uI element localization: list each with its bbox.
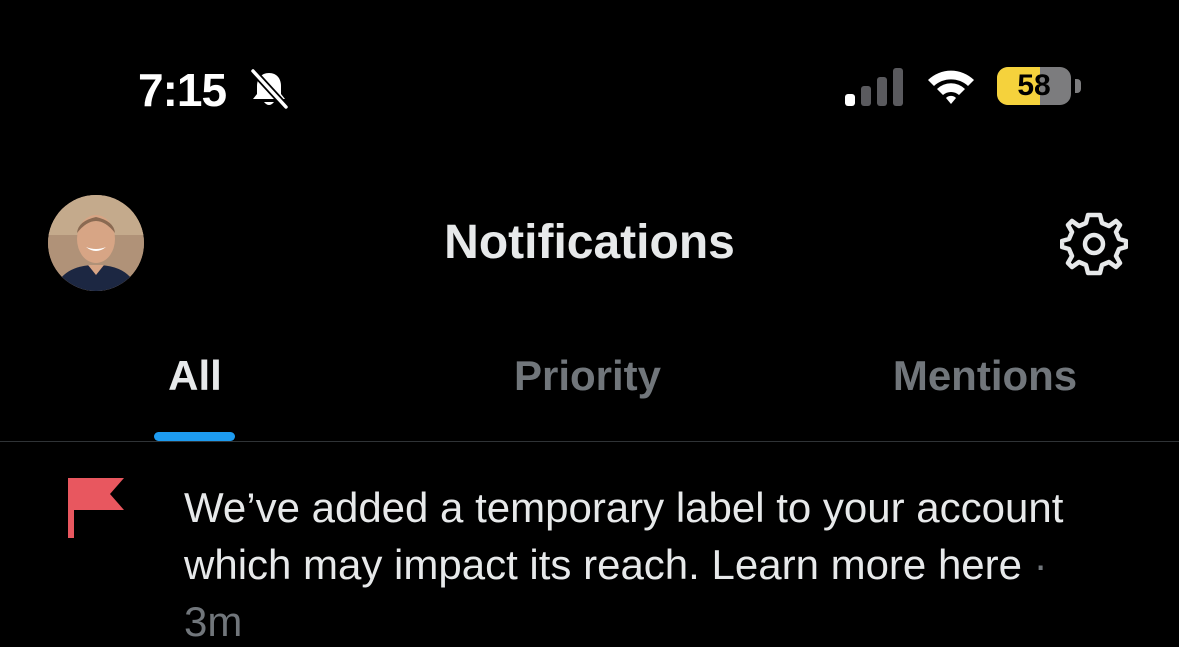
notification-message[interactable]: We’ve added a temporary label to your ac… <box>184 484 1063 588</box>
notification-separator: · <box>1022 541 1048 588</box>
battery-icon: 58 <box>997 67 1083 107</box>
status-time: 7:15 <box>138 64 227 116</box>
page-title: Notifications <box>444 216 735 269</box>
battery-percentage: 58 <box>1017 69 1051 102</box>
app-screen: 7:15 58 Notifications All Priority Menti… <box>0 0 1179 647</box>
tab-priority[interactable]: Priority <box>480 348 695 404</box>
notification-text: We’ve added a temporary label to your ac… <box>184 479 1154 647</box>
tab-mentions[interactable]: Mentions <box>870 348 1100 404</box>
wifi-icon <box>928 70 974 104</box>
tab-all[interactable]: All <box>120 348 270 404</box>
notification-timestamp: 3m <box>184 598 243 645</box>
flag-icon <box>68 478 124 538</box>
cellular-signal-icon <box>845 68 903 106</box>
tabs-divider <box>0 441 1179 442</box>
bell-slash-icon <box>250 68 289 110</box>
active-tab-indicator <box>154 432 235 441</box>
gear-icon[interactable] <box>1060 210 1128 278</box>
